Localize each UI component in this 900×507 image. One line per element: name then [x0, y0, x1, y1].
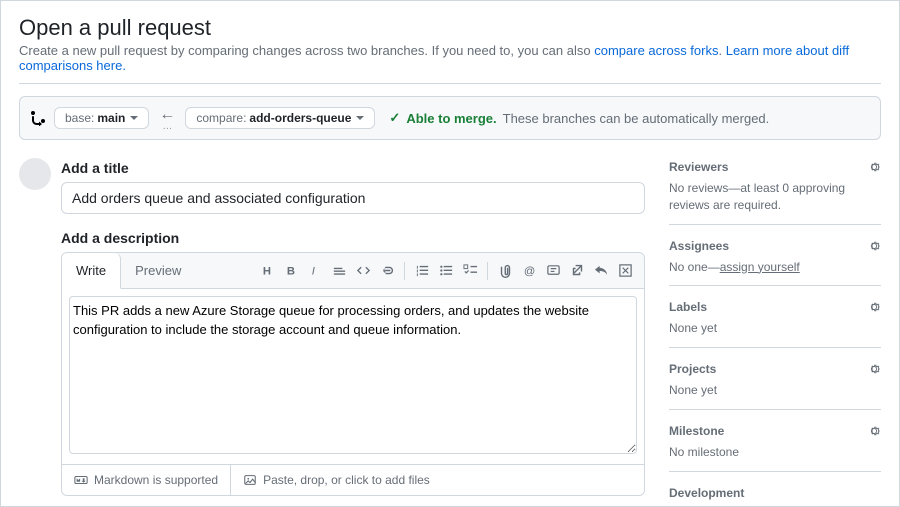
italic-icon[interactable]: I: [304, 260, 326, 282]
assignees-body: No one—assign yourself: [669, 259, 881, 276]
check-icon: ✓: [389, 110, 400, 126]
unordered-list-icon[interactable]: [435, 260, 457, 282]
pr-title-input[interactable]: [61, 182, 645, 214]
compare-bar: base: main ← … compare: add-orders-queue…: [19, 96, 881, 140]
attach-icon[interactable]: [494, 260, 516, 282]
git-compare-icon: [30, 110, 46, 126]
compare-branch-select[interactable]: compare: add-orders-queue: [185, 107, 375, 129]
editor-toolbar: H B I @: [256, 260, 644, 282]
pr-description-input[interactable]: [69, 296, 637, 454]
title-label: Add a title: [61, 160, 645, 176]
labels-title: Labels: [669, 300, 707, 314]
svg-text:I: I: [311, 265, 314, 277]
avatar: [19, 158, 51, 190]
code-icon[interactable]: [352, 260, 374, 282]
fullscreen-icon[interactable]: [614, 260, 636, 282]
page-subtitle: Create a new pull request by comparing c…: [19, 43, 881, 73]
gear-icon[interactable]: [867, 424, 881, 438]
development-title: Development: [669, 486, 744, 500]
heading-icon[interactable]: H: [256, 260, 278, 282]
svg-text:B: B: [286, 265, 294, 277]
projects-body: None yet: [669, 382, 881, 399]
cross-reference-icon[interactable]: [566, 260, 588, 282]
reply-icon[interactable]: [590, 260, 612, 282]
chevron-down-icon: [356, 116, 364, 120]
description-editor: Write Preview H B I: [61, 252, 645, 496]
quote-icon[interactable]: [328, 260, 350, 282]
attach-files-area[interactable]: Paste, drop, or click to add files: [231, 465, 644, 495]
milestone-body: No milestone: [669, 444, 881, 461]
milestone-title: Milestone: [669, 424, 724, 438]
merge-status: ✓ Able to merge. These branches can be a…: [389, 110, 769, 126]
mention-icon[interactable]: @: [518, 260, 540, 282]
gear-icon[interactable]: [867, 362, 881, 376]
projects-title: Projects: [669, 362, 716, 376]
tab-preview[interactable]: Preview: [121, 253, 196, 288]
svg-text:H: H: [262, 265, 270, 277]
base-branch-select[interactable]: base: main: [54, 107, 149, 129]
gear-icon[interactable]: [867, 239, 881, 253]
labels-body: None yet: [669, 320, 881, 337]
reviewers-body: No reviews—at least 0 approving reviews …: [669, 180, 881, 214]
page-title: Open a pull request: [19, 15, 881, 41]
gear-icon[interactable]: [867, 300, 881, 314]
task-list-icon[interactable]: [459, 260, 481, 282]
compare-forks-link[interactable]: compare across forks: [594, 43, 718, 58]
assign-yourself-link[interactable]: assign yourself: [720, 260, 800, 274]
divider: [19, 83, 881, 84]
description-label: Add a description: [61, 230, 645, 246]
chevron-down-icon: [130, 116, 138, 120]
link-icon[interactable]: [376, 260, 398, 282]
assignees-title: Assignees: [669, 239, 729, 253]
gear-icon[interactable]: [867, 160, 881, 174]
svg-text:@: @: [523, 265, 534, 277]
markdown-supported-link[interactable]: Markdown is supported: [62, 465, 231, 495]
tab-write[interactable]: Write: [62, 253, 121, 289]
ordered-list-icon[interactable]: [411, 260, 433, 282]
bold-icon[interactable]: B: [280, 260, 302, 282]
saved-replies-icon[interactable]: [542, 260, 564, 282]
sidebar: Reviewers No reviews—at least 0 approvin…: [669, 158, 881, 507]
reviewers-title: Reviewers: [669, 160, 728, 174]
